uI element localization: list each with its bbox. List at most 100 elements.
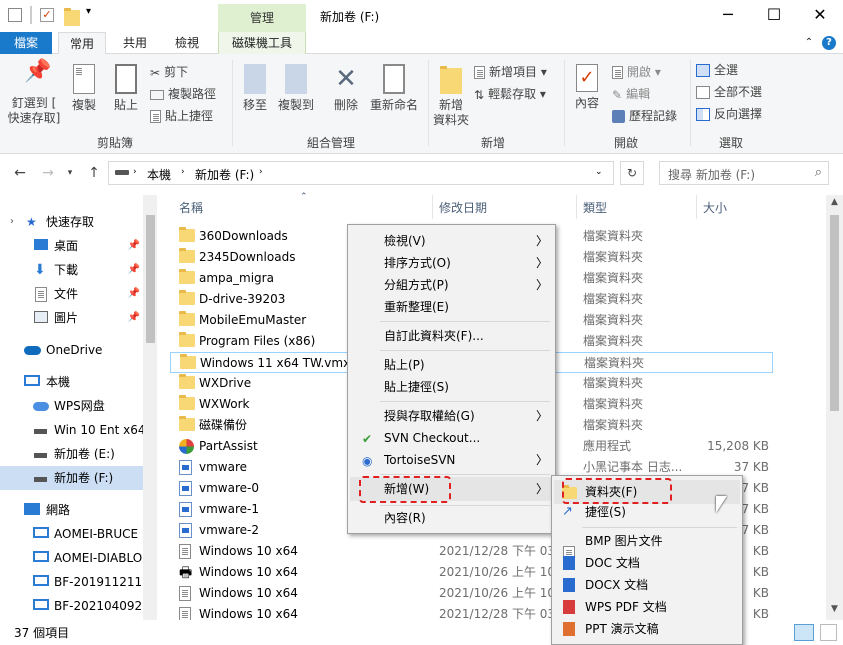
menu-item-sort-by[interactable]: 排序方式(O) (384, 252, 451, 274)
column-date[interactable]: 修改日期 (439, 199, 487, 216)
submenu-item-docx[interactable]: DOCX 文档 (585, 574, 648, 596)
nav-item-win10[interactable]: Win 10 Ent x64 (0, 418, 144, 442)
nav-item-documents[interactable]: 文件 📌 (0, 282, 144, 306)
copy-button[interactable]: 複製 (66, 60, 102, 113)
forward-button[interactable]: → (38, 163, 58, 183)
menu-item-group-by[interactable]: 分組方式(P) (384, 274, 449, 296)
collapse-ribbon-icon[interactable]: ⌃ (800, 32, 818, 54)
cut-button[interactable]: ✂ 剪下 (150, 62, 188, 82)
minimize-button[interactable]: ─ (705, 0, 751, 32)
nav-scrollbar[interactable] (143, 195, 157, 620)
nav-item-this-pc[interactable]: 本機 (0, 370, 144, 394)
pin-icon[interactable]: 📌 (128, 282, 140, 306)
delete-button[interactable]: ✕ 刪除 (330, 60, 362, 113)
nav-item-quick-access[interactable]: › ★ 快速存取 (0, 210, 144, 234)
pin-quick-access-button[interactable]: 📌 釘選到 [ 快速存取] (6, 60, 62, 126)
column-name[interactable]: 名稱 (179, 199, 203, 216)
tab-view[interactable]: 檢視 (164, 32, 210, 54)
pin-icon[interactable]: 📌 (128, 258, 140, 282)
nav-item-bf-2019[interactable]: BF-2019112111 (0, 570, 144, 594)
column-divider[interactable] (432, 195, 433, 219)
paste-shortcut-button[interactable]: 貼上捷徑 (150, 106, 213, 126)
submenu-item-shortcut[interactable]: 捷徑(S) (585, 501, 626, 523)
monitor-icon (33, 551, 49, 562)
menu-item-paste-shortcut[interactable]: 貼上捷徑(S) (384, 376, 449, 398)
nav-item-desktop[interactable]: 桌面 📌 (0, 234, 144, 258)
invert-selection-button[interactable]: 反向選擇 (696, 104, 762, 124)
scroll-down-icon[interactable]: ▼ (826, 604, 843, 618)
menu-item-tortoise-svn[interactable]: TortoiseSVN (384, 449, 455, 471)
tab-home[interactable]: 常用 (58, 32, 106, 55)
nav-item-drive-f[interactable]: 新加卷 (F:) (0, 466, 144, 490)
move-to-button[interactable]: 移至 (238, 60, 272, 113)
new-folder-icon[interactable] (64, 8, 80, 26)
content-scrollbar[interactable]: ▲ ▼ (826, 195, 843, 620)
back-button[interactable]: ← (10, 163, 30, 183)
column-size[interactable]: 大小 (703, 199, 727, 216)
nav-item-aomei-diablo[interactable]: AOMEI-DIABLO (0, 546, 144, 570)
new-item-button[interactable]: 新增項目 ▾ (474, 62, 547, 82)
maximize-button[interactable]: ☐ (751, 0, 797, 32)
tab-file[interactable]: 檔案 (0, 32, 52, 54)
menu-item-give-access[interactable]: 授與存取權給(G) (384, 405, 475, 427)
search-box[interactable]: 搜尋 新加卷 (F:) ⌕ (659, 161, 829, 185)
address-bar[interactable]: › 本機 › 新加卷 (F:) › ⌄ (108, 161, 614, 185)
nav-item-pictures[interactable]: 圖片 📌 (0, 306, 144, 330)
column-divider[interactable] (696, 195, 697, 219)
tab-share[interactable]: 共用 (112, 32, 158, 54)
open-button[interactable]: 開啟 ▾ (612, 62, 661, 82)
manage-context-tab[interactable]: 管理 (218, 4, 306, 32)
edit-button[interactable]: ✎ 編輯 (612, 84, 650, 104)
nav-scroll-thumb[interactable] (146, 215, 155, 343)
scroll-up-icon[interactable]: ▲ (826, 197, 843, 211)
pin-icon[interactable]: 📌 (128, 234, 140, 258)
new-folder-button[interactable]: 新增 資料夾 (432, 60, 470, 128)
properties-icon[interactable] (8, 8, 22, 22)
column-divider[interactable] (576, 195, 577, 219)
menu-item-customize-folder[interactable]: 自訂此資料夾(F)... (384, 325, 484, 347)
properties-label: 內容 (574, 96, 599, 110)
history-button[interactable]: 歷程記錄 (612, 106, 677, 126)
properties-button[interactable]: ✓ 內容 (570, 60, 604, 111)
menu-item-refresh[interactable]: 重新整理(E) (384, 296, 449, 318)
copy-to-button[interactable]: 複製到 (276, 60, 316, 113)
content-scroll-thumb[interactable] (830, 215, 839, 411)
up-button[interactable]: ↑ (84, 163, 104, 183)
customize-quick-access-icon[interactable]: ▾ (86, 6, 102, 22)
document-icon (35, 287, 47, 302)
menu-item-view[interactable]: 檢視(V) (384, 230, 426, 252)
pin-icon[interactable]: 📌 (128, 306, 140, 330)
submenu-item-wps-pdf[interactable]: WPS PDF 文档 (585, 596, 667, 618)
tab-drive-tools[interactable]: 磁碟機工具 (218, 32, 306, 54)
copy-path-button[interactable]: 複製路徑 (150, 84, 216, 104)
nav-item-aomei-bruce[interactable]: AOMEI-BRUCE (0, 522, 144, 546)
large-icons-view-icon[interactable] (820, 624, 837, 641)
menu-item-svn-checkout[interactable]: SVN Checkout... (384, 427, 480, 449)
nav-item-wps-drive[interactable]: WPS网盘 (0, 394, 144, 418)
submenu-item-bmp[interactable]: BMP 图片文件 (585, 530, 663, 552)
nav-item-downloads[interactable]: ⬇ 下載 📌 (0, 258, 144, 282)
breadcrumb-this-pc[interactable]: 本機 (147, 166, 171, 183)
column-type[interactable]: 類型 (583, 199, 607, 216)
menu-item-paste[interactable]: 貼上(P) (384, 354, 425, 376)
submenu-item-ppt[interactable]: PPT 演示文稿 (585, 618, 659, 640)
select-all-button[interactable]: 全選 (696, 60, 738, 80)
breadcrumb-drive[interactable]: 新加卷 (F:) (195, 166, 254, 183)
paste-button[interactable]: 貼上 (108, 60, 144, 113)
recent-locations-icon[interactable]: ▾ (60, 163, 80, 183)
nav-item-network[interactable]: 網路 (0, 498, 144, 522)
menu-item-properties[interactable]: 內容(R) (384, 507, 426, 529)
nav-item-bf-2021[interactable]: BF-2021040921 (0, 594, 144, 618)
check-icon[interactable]: ✓ (40, 8, 54, 22)
nav-item-drive-e[interactable]: 新加卷 (E:) (0, 442, 144, 466)
easy-access-button[interactable]: ⇅ 輕鬆存取 ▾ (474, 84, 546, 104)
close-button[interactable]: ✕ (797, 0, 843, 32)
rename-button[interactable]: 重新命名 (366, 60, 422, 113)
submenu-item-doc[interactable]: DOC 文档 (585, 552, 640, 574)
refresh-button[interactable]: ↻ (620, 161, 644, 185)
nav-item-onedrive[interactable]: OneDrive (0, 338, 144, 362)
details-view-icon[interactable] (794, 624, 814, 641)
select-none-button[interactable]: 全部不選 (696, 82, 762, 102)
address-dropdown-icon[interactable]: ⌄ (595, 167, 603, 177)
help-icon[interactable]: ? (822, 36, 836, 50)
